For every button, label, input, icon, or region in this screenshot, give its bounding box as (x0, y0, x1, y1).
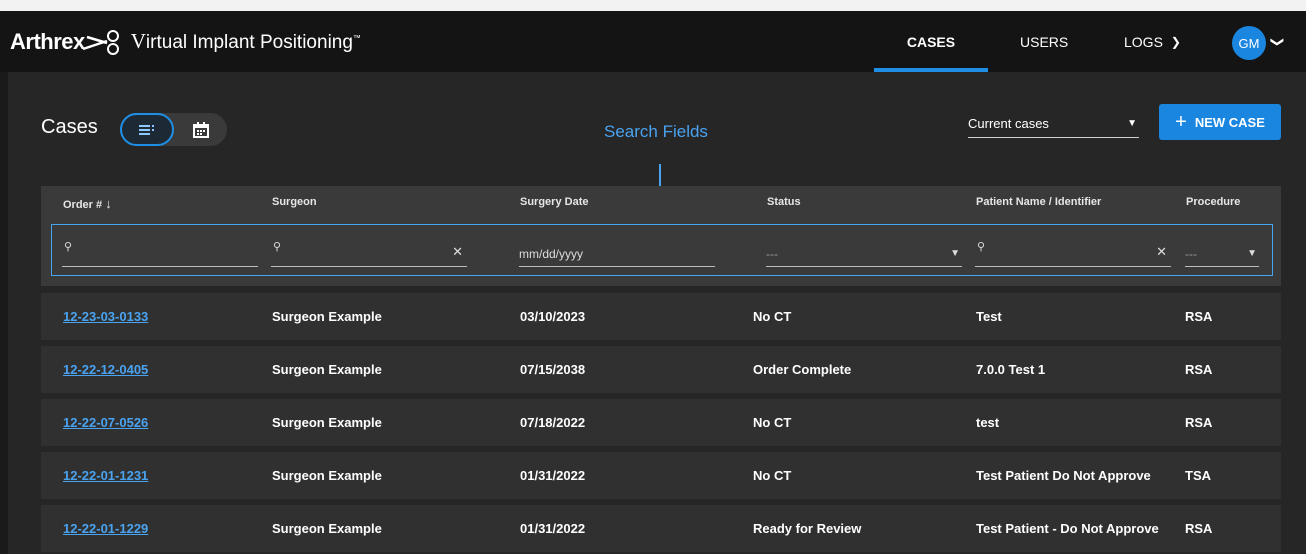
list-view-button[interactable] (120, 113, 174, 146)
nav-users[interactable]: USERS (1020, 11, 1068, 72)
order-link[interactable]: 12-22-12-0405 (63, 362, 148, 377)
order-search-input[interactable]: ⚲ (62, 240, 258, 267)
status-cell: No CT (753, 309, 792, 324)
patient-search-input[interactable]: ⚲ ✕ (975, 240, 1171, 267)
column-surgery-date[interactable]: Surgery Date (520, 196, 588, 208)
clear-icon[interactable]: ✕ (1156, 244, 1167, 260)
surgeon-cell: Surgeon Example (272, 309, 382, 324)
table-row[interactable]: 12-22-07-0526 Surgeon Example 07/18/2022… (41, 399, 1281, 446)
status-cell: Order Complete (753, 362, 852, 377)
search-icon: ⚲ (64, 241, 73, 253)
calendar-view-button[interactable] (174, 113, 227, 146)
status-cell: No CT (753, 468, 792, 483)
column-surgeon[interactable]: Surgeon (272, 196, 317, 208)
patient-cell: Test Patient - Do Not Approve (976, 521, 1159, 536)
caret-down-icon: ▼ (950, 248, 960, 259)
surgeon-cell: Surgeon Example (272, 521, 382, 536)
caret-down-icon: ▼ (1127, 118, 1137, 129)
date-cell: 01/31/2022 (520, 468, 586, 483)
order-link[interactable]: 12-22-01-1229 (63, 521, 148, 536)
column-order[interactable]: Order # ↓ (63, 196, 112, 211)
order-link[interactable]: 12-22-01-1231 (63, 468, 148, 483)
procedure-cell: RSA (1185, 521, 1213, 536)
caret-down-icon: ▼ (1247, 248, 1257, 259)
page-title: Cases (41, 116, 98, 138)
procedure-cell: TSA (1185, 468, 1211, 483)
date-cell: 01/31/2022 (520, 521, 586, 536)
view-toggle (120, 113, 227, 146)
status-select[interactable]: --- ▼ (766, 240, 962, 267)
table-row[interactable]: 12-22-01-1229 Surgeon Example 01/31/2022… (41, 505, 1281, 552)
procedure-cell: RSA (1185, 362, 1213, 377)
clear-icon[interactable]: ✕ (452, 244, 463, 260)
patient-cell: test (976, 415, 1000, 430)
arthrex-logo: Arthrex (10, 28, 85, 54)
search-icon: ⚲ (273, 241, 282, 253)
sort-down-arrow-icon: ↓ (105, 196, 112, 211)
status-cell: Ready for Review (753, 521, 862, 536)
status-cell: No CT (753, 415, 792, 430)
top-bar: Arthrex Virtual Implant Positioning™ (0, 11, 1306, 72)
patient-cell: Test Patient Do Not Approve (976, 468, 1151, 483)
app-name: Virtual Implant Positioning™ (130, 29, 361, 53)
new-case-button[interactable]: + NEW CASE (1159, 104, 1281, 140)
date-cell: 07/15/2038 (520, 362, 586, 377)
procedure-cell: RSA (1185, 309, 1213, 324)
procedure-cell: RSA (1185, 415, 1213, 430)
order-link[interactable]: 12-22-07-0526 (63, 415, 148, 430)
date-cell: 07/18/2022 (520, 415, 586, 430)
surgeon-cell: Surgeon Example (272, 468, 382, 483)
user-menu-chevron-down-icon[interactable]: ❯ (1269, 37, 1285, 48)
surgery-date-input[interactable]: mm/dd/yyyy (519, 240, 715, 267)
avatar[interactable]: GM (1232, 26, 1266, 60)
table-row[interactable]: 12-22-12-0405 Surgeon Example 07/15/2038… (41, 346, 1281, 393)
case-filter-select[interactable]: Current cases ▼ (968, 110, 1139, 138)
date-cell: 03/10/2023 (520, 309, 586, 324)
plus-icon: + (1175, 110, 1187, 133)
brand[interactable]: Arthrex Virtual Implant Positioning™ (10, 11, 361, 72)
scissors-logo-icon (82, 29, 119, 55)
search-fields-annotation: Search Fields (604, 122, 708, 141)
nav-logs[interactable]: LOGS ❯ (1124, 11, 1181, 72)
patient-cell: Test (976, 309, 1002, 324)
table-row[interactable]: 12-23-03-0133 Surgeon Example 03/10/2023… (41, 293, 1281, 340)
surgeon-search-input[interactable]: ⚲ ✕ (271, 240, 467, 267)
surgeon-cell: Surgeon Example (272, 362, 382, 377)
procedure-select[interactable]: --- ▼ (1185, 240, 1259, 267)
column-procedure[interactable]: Procedure (1186, 196, 1240, 208)
order-link[interactable]: 12-23-03-0133 (63, 309, 148, 324)
surgeon-cell: Surgeon Example (272, 415, 382, 430)
column-status[interactable]: Status (767, 196, 801, 208)
list-icon (139, 124, 154, 135)
table-row[interactable]: 12-22-01-1231 Surgeon Example 01/31/2022… (41, 452, 1281, 499)
patient-cell: 7.0.0 Test 1 (976, 362, 1046, 377)
calendar-icon (192, 121, 209, 138)
chevron-down-icon: ❯ (1170, 34, 1181, 49)
column-patient[interactable]: Patient Name / Identifier (976, 196, 1101, 208)
search-icon: ⚲ (977, 241, 986, 253)
nav-cases[interactable]: CASES (874, 11, 988, 72)
